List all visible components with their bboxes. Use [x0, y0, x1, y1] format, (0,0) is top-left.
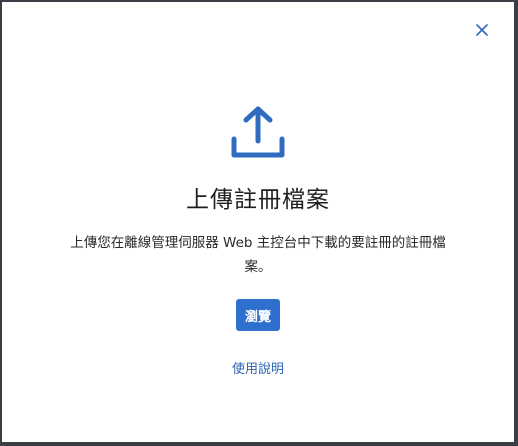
help-link-row: 使用說明 — [2, 358, 514, 377]
app-window: 上傳註冊檔案 上傳您在離線管理伺服器 Web 主控台中下載的要註冊的註冊檔案。 … — [0, 0, 518, 446]
upload-icon — [230, 105, 286, 161]
dialog-description: 上傳您在離線管理伺服器 Web 主控台中下載的要註冊的註冊檔案。 — [70, 235, 446, 275]
help-link[interactable]: 使用說明 — [232, 362, 284, 377]
browse-button[interactable]: 瀏覽 — [236, 299, 280, 331]
upload-registration-dialog: 上傳註冊檔案 上傳您在離線管理伺服器 Web 主控台中下載的要註冊的註冊檔案。 … — [2, 2, 514, 442]
close-icon — [476, 24, 488, 36]
dialog-title: 上傳註冊檔案 — [186, 187, 330, 213]
close-button[interactable] — [474, 22, 490, 38]
